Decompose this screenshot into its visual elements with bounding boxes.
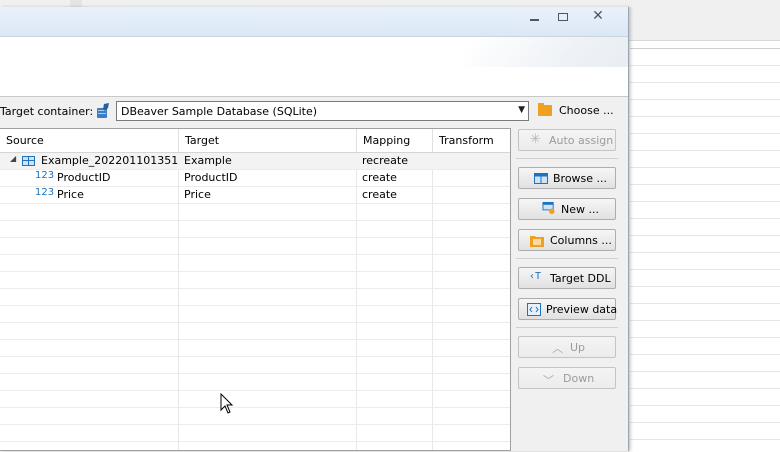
empty-row: [0, 340, 510, 357]
folder-icon: [538, 103, 552, 116]
up-label: Up: [570, 341, 586, 354]
target-ddl-label: Target DDL: [550, 272, 611, 285]
empty-row: [0, 238, 510, 255]
table-row[interactable]: 123 ProductID ProductID create: [0, 170, 510, 187]
down-label: Down: [563, 372, 595, 385]
table-icon: [22, 156, 35, 166]
empty-row: [0, 204, 510, 221]
source-cell: Example_202201101351.csv: [41, 154, 178, 167]
new-button[interactable]: New ...: [518, 198, 616, 220]
wizard-header: [0, 37, 628, 97]
mapping-table[interactable]: Source Target Mapping Transform ◢ Exampl…: [0, 128, 511, 451]
columns-icon: [530, 236, 544, 247]
table-row[interactable]: 123 Price Price create: [0, 187, 510, 204]
down-button[interactable]: ﹀ Down: [518, 367, 616, 389]
chevron-up-icon: ︿: [552, 342, 563, 355]
source-cell: Price: [57, 188, 84, 201]
table-body: ◢ Example_202201101351.csv Example recre…: [0, 153, 510, 442]
mapping-cell: create: [362, 171, 397, 184]
auto-assign-button[interactable]: ✳ Auto assign: [518, 129, 616, 151]
empty-row: [0, 408, 510, 425]
browse-label: Browse ...: [553, 172, 608, 185]
target-cell: Example: [184, 154, 232, 167]
table-row[interactable]: ◢ Example_202201101351.csv Example recre…: [0, 153, 510, 170]
columns-label: Columns ...: [550, 234, 612, 247]
column-header-transform[interactable]: Transform: [433, 129, 510, 152]
empty-row: [0, 272, 510, 289]
numeric-column-icon: 123: [35, 187, 55, 198]
new-label: New ...: [561, 203, 599, 216]
column-header-mapping[interactable]: Mapping: [357, 129, 433, 152]
empty-row: [0, 221, 510, 238]
separator: [516, 158, 618, 159]
empty-row: [0, 357, 510, 374]
table-header: Source Target Mapping Transform: [0, 129, 510, 153]
chevron-down-icon: ▼: [518, 105, 525, 115]
mapping-cell: create: [362, 188, 397, 201]
target-cell: ProductID: [184, 171, 238, 184]
preview-data-button[interactable]: Preview data: [518, 298, 618, 320]
target-container-select[interactable]: DBeaver Sample Database (SQLite) ▼: [116, 101, 529, 121]
mouse-pointer-icon: [220, 393, 234, 414]
table-browse-icon: [534, 173, 548, 184]
header-decoration: [455, 37, 628, 67]
numeric-column-icon: 123: [35, 170, 55, 181]
empty-row: [0, 289, 510, 306]
empty-row: [0, 374, 510, 391]
empty-row: [0, 255, 510, 272]
target-container-label: Target container:: [0, 105, 94, 118]
title-bar: ✕: [0, 7, 628, 37]
column-header-source[interactable]: Source: [0, 129, 179, 152]
preview-data-label: Preview data: [546, 303, 618, 316]
close-button[interactable]: ✕: [587, 9, 609, 25]
empty-row: [0, 323, 510, 340]
target-ddl-button[interactable]: ‹T Target DDL: [518, 267, 616, 289]
new-table-icon: [542, 202, 555, 215]
source-cell: ProductID: [57, 171, 111, 184]
close-icon: ✕: [592, 8, 604, 24]
minimize-icon: [529, 18, 539, 21]
maximize-icon: [558, 13, 568, 21]
choose-label: Choose ...: [559, 104, 614, 117]
chevron-down-icon: ﹀: [543, 374, 554, 387]
up-button[interactable]: ︿ Up: [518, 336, 616, 358]
preview-icon: [527, 303, 541, 316]
auto-assign-label: Auto assign: [549, 134, 614, 147]
sparkle-icon: ✳: [530, 132, 541, 147]
empty-row: [0, 425, 510, 442]
columns-button[interactable]: Columns ...: [518, 229, 616, 251]
separator: [516, 327, 618, 328]
maximize-button[interactable]: [552, 9, 574, 25]
browse-button[interactable]: Browse ...: [518, 167, 616, 189]
empty-row: [0, 391, 510, 408]
mapping-cell: recreate: [362, 154, 408, 167]
target-cell: Price: [184, 188, 211, 201]
ddl-icon: ‹T: [529, 271, 542, 282]
database-edit-icon: [97, 103, 109, 118]
minimize-button[interactable]: [523, 9, 545, 25]
column-header-target[interactable]: Target: [179, 129, 357, 152]
separator: [516, 258, 618, 259]
empty-row: [0, 306, 510, 323]
tree-collapse-icon[interactable]: ◢: [10, 154, 16, 163]
target-container-value: DBeaver Sample Database (SQLite): [121, 105, 318, 118]
background-grid: [630, 48, 780, 452]
